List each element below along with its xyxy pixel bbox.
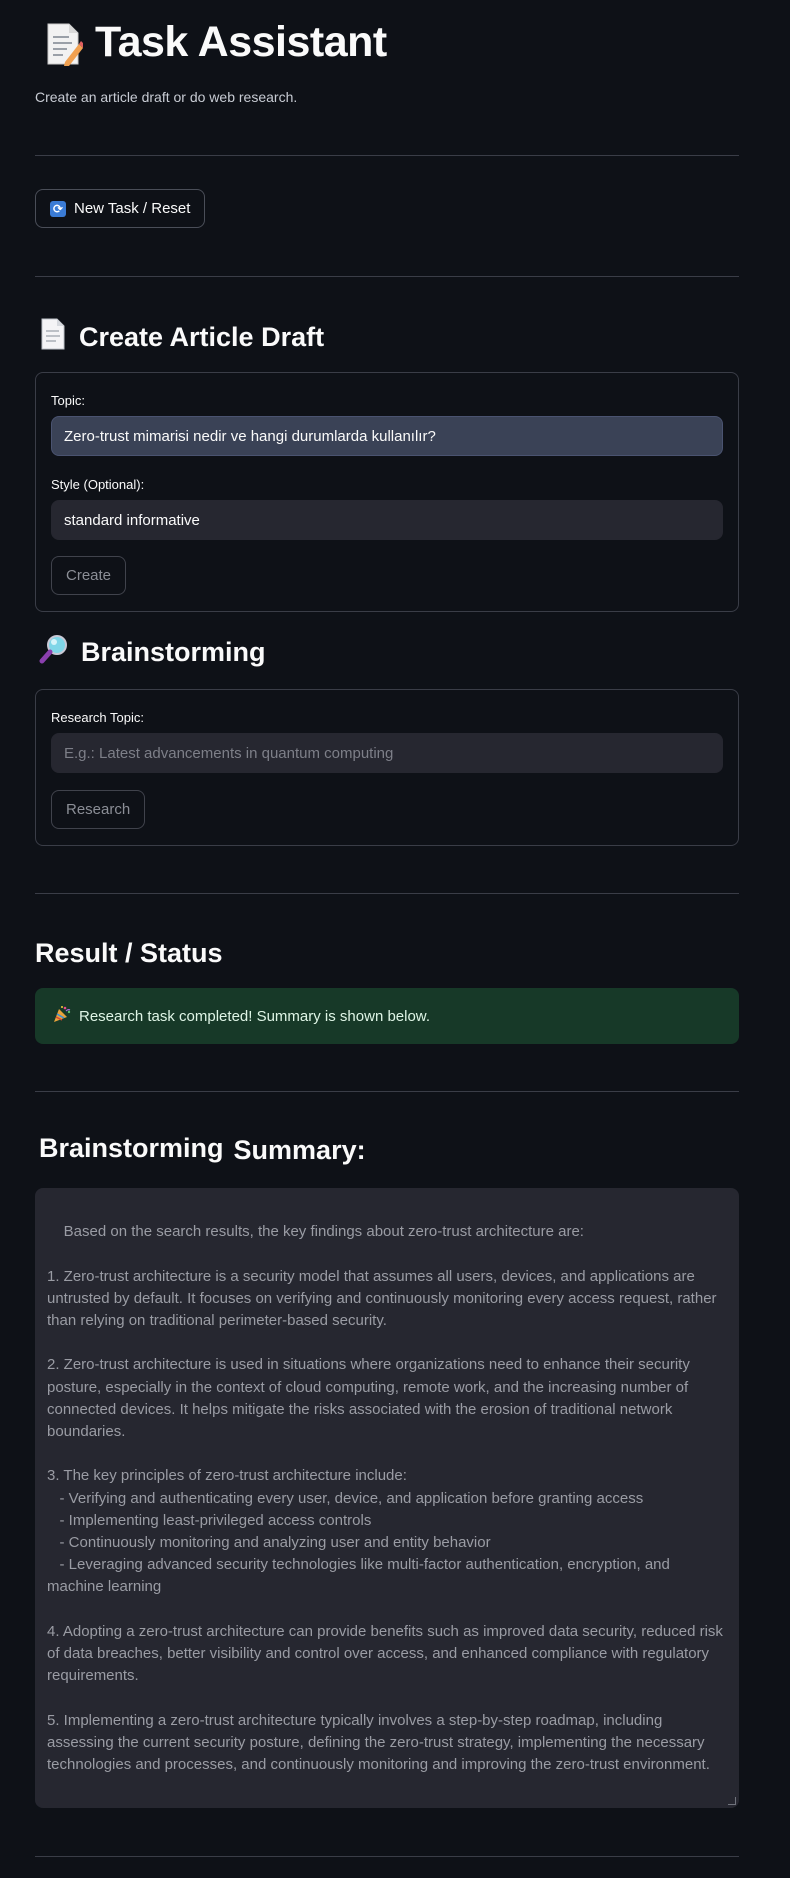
status-message: Research task completed! Summary is show… xyxy=(79,1007,430,1025)
research-button[interactable]: Research xyxy=(51,790,146,829)
research-button-label: Research xyxy=(66,801,131,818)
summary-title-left: Brainstorming xyxy=(39,1133,224,1163)
page-title: Task Assistant xyxy=(45,18,387,67)
brainstorm-form: Research Topic: Research xyxy=(35,689,739,846)
resize-handle[interactable] xyxy=(728,1797,736,1805)
research-topic-label: Research Topic: xyxy=(51,710,144,725)
brainstorm-section-title-text: Brainstorming xyxy=(81,637,266,667)
magnifier-icon xyxy=(39,634,69,671)
style-label: Style (Optional): xyxy=(51,477,145,492)
research-topic-input[interactable] xyxy=(51,733,723,773)
brainstorm-section-title: Brainstorming xyxy=(39,634,266,671)
divider xyxy=(35,1091,739,1092)
article-form: Topic: Style (Optional): Create xyxy=(35,372,739,612)
new-task-reset-button[interactable]: ⟳ New Task / Reset xyxy=(35,189,206,228)
arrows-cycle-icon: ⟳ xyxy=(50,200,66,217)
result-section-title: Result / Status xyxy=(35,938,223,969)
result-section-title-text: Result / Status xyxy=(35,938,223,968)
divider xyxy=(35,155,739,156)
divider xyxy=(35,1856,739,1857)
summary-section-title: Brainstorming Summary: xyxy=(39,1133,366,1165)
summary-textarea[interactable]: Based on the search results, the key fin… xyxy=(35,1188,739,1808)
page-subtitle: Create an article draft or do web resear… xyxy=(35,89,298,105)
divider xyxy=(35,893,739,894)
page-icon xyxy=(39,318,67,357)
memo-icon xyxy=(45,22,85,66)
article-section-title: Create Article Draft xyxy=(39,318,324,357)
summary-text: Based on the search results, the key fin… xyxy=(47,1223,723,1774)
summary-title-right: Summary: xyxy=(233,1135,366,1165)
style-input[interactable] xyxy=(51,500,723,540)
article-section-title-text: Create Article Draft xyxy=(79,322,325,352)
page-title-text: Task Assistant xyxy=(95,18,387,66)
create-button[interactable]: Create xyxy=(51,556,127,595)
success-status-banner: Research task completed! Summary is show… xyxy=(35,988,739,1044)
divider xyxy=(35,276,739,277)
topic-label: Topic: xyxy=(51,393,85,408)
create-button-label: Create xyxy=(66,567,112,584)
party-popper-icon xyxy=(53,1005,71,1027)
reset-button-label: New Task / Reset xyxy=(74,200,191,217)
topic-input[interactable] xyxy=(51,416,723,456)
